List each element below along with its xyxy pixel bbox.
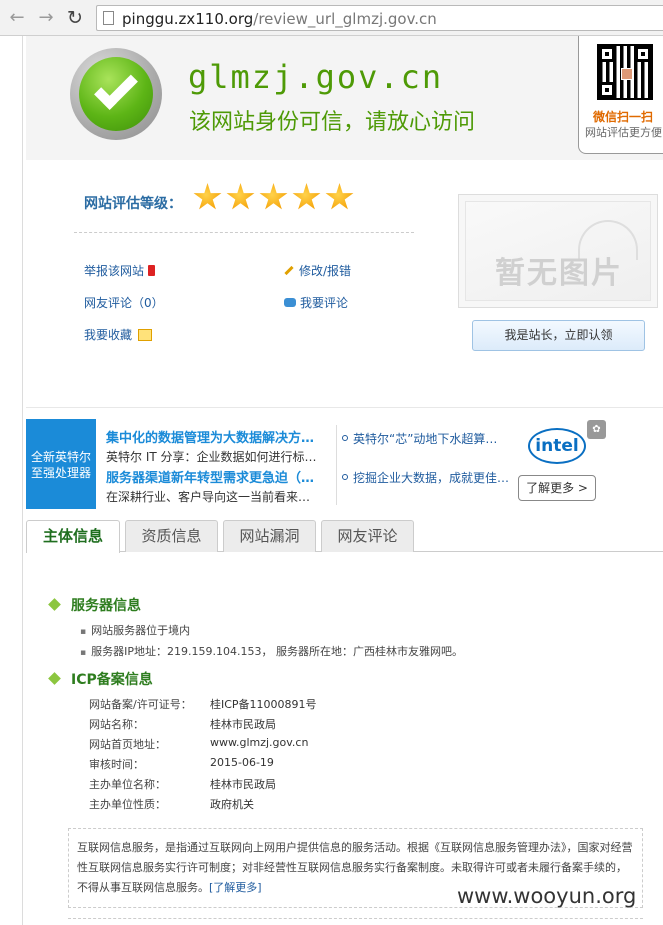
icp-value: 桂林市民政局 xyxy=(210,718,276,731)
reload-icon[interactable]: ↻ xyxy=(64,7,86,29)
icp-key: 主办单位性质： xyxy=(89,798,166,811)
divider xyxy=(336,425,337,505)
star-icon xyxy=(292,183,321,210)
ad-description: 在深耕行业、客户导向这一当前看来… xyxy=(106,490,311,504)
star-icon xyxy=(226,183,255,210)
learn-more-link[interactable]: [了解更多] xyxy=(209,881,262,894)
server-location: 网站服务器位于境内 xyxy=(80,622,190,638)
browser-toolbar: ← → ↻ pinggu.zx110.org/review_url_glmzj.… xyxy=(0,0,663,36)
icp-value: 2015-06-19 xyxy=(210,756,274,769)
report-site-link[interactable]: 举报该网站 xyxy=(84,262,156,279)
divider xyxy=(68,918,643,919)
comment-icon xyxy=(284,298,296,307)
ad-promo-line: 至强处理器 xyxy=(30,466,91,480)
ad-description: 英特尔 IT 分享：企业数据如何进行标… xyxy=(106,450,317,464)
qr-code-icon xyxy=(597,44,653,100)
claim-site-button[interactable]: 我是站长，立即认领 xyxy=(472,320,645,351)
star-icon xyxy=(193,183,222,210)
icp-key: 网站首页地址： xyxy=(89,738,166,751)
icp-key: 主办单位名称： xyxy=(89,778,166,791)
edit-report-link[interactable]: 修改/报错 xyxy=(284,262,351,279)
rating-label: 网站评估等级： xyxy=(84,196,182,212)
tab-vulnerabilities[interactable]: 网站漏洞 xyxy=(223,520,316,552)
address-bar[interactable]: pinggu.zx110.org/review_url_glmzj.gov.cn xyxy=(96,5,663,31)
verified-check-icon xyxy=(70,48,162,140)
icp-value: 政府机关 xyxy=(210,798,254,811)
ad-headline[interactable]: 集中化的数据管理为大数据解决方… xyxy=(106,427,314,446)
wechat-qr-panel[interactable]: 微信扫一扫 网站评估更方便 xyxy=(578,36,663,154)
ad-promo-block[interactable]: 全新英特尔 至强处理器 xyxy=(26,419,96,509)
info-tabs: 主体信息 资质信息 网站漏洞 网友评论 xyxy=(26,518,663,553)
ad-promo-line: 全新英特尔 xyxy=(30,450,91,464)
wechat-scan-label: 微信扫一扫 xyxy=(592,110,653,124)
tab-user-comments[interactable]: 网友评论 xyxy=(321,520,414,552)
ad-link[interactable]: 英特尔“芯”动地下水超算… xyxy=(342,430,497,447)
site-thumbnail-placeholder: 暂无图片 xyxy=(458,194,658,308)
no-image-text: 暂无图片 xyxy=(495,256,623,291)
favorite-link[interactable]: 我要收藏 xyxy=(84,326,153,343)
divider xyxy=(26,407,663,408)
favorite-icon xyxy=(138,329,153,341)
url-text: pinggu.zx110.org/review_url_glmzj.gov.cn xyxy=(122,10,437,28)
ad-link[interactable]: 挖掘企业大数据，成就更佳… xyxy=(342,469,509,486)
page-frame-border xyxy=(22,36,23,925)
pencil-icon xyxy=(284,265,294,276)
icp-value: 桂ICP备11000891号 xyxy=(210,698,317,711)
server-ip: 服务器IP地址：219.159.104.153， 服务器所在地：广西桂林市友雅网… xyxy=(80,643,463,659)
rating-stars xyxy=(193,183,358,215)
paw-icon[interactable]: ✿ xyxy=(587,420,606,439)
learn-more-button[interactable]: 了解更多 > xyxy=(518,475,596,501)
back-icon[interactable]: ← xyxy=(6,7,28,29)
report-icon xyxy=(148,265,156,276)
tab-qualification[interactable]: 资质信息 xyxy=(125,520,218,552)
ad-headline[interactable]: 服务器渠道新年转型需求更急迫（… xyxy=(106,467,314,486)
icp-key: 网站名称： xyxy=(89,718,144,731)
icp-key: 审核时间： xyxy=(89,758,144,771)
intel-logo-icon: intel xyxy=(528,428,586,464)
trust-message: 该网站身份可信，请放心访问 xyxy=(189,110,476,135)
tab-main-info[interactable]: 主体信息 xyxy=(26,520,120,553)
icp-value: www.glmzj.gov.cn xyxy=(210,736,309,749)
comments-link[interactable]: 网友评论（0） xyxy=(84,294,164,311)
star-icon xyxy=(325,183,354,210)
diamond-icon xyxy=(48,598,61,611)
icp-key: 网站备案/许可证号： xyxy=(89,698,192,711)
star-icon xyxy=(259,183,288,210)
divider xyxy=(74,232,414,233)
forward-icon[interactable]: → xyxy=(35,7,57,29)
icp-info-heading: ICP备案信息 xyxy=(48,669,153,689)
write-comment-link[interactable]: 我要评论 xyxy=(284,294,348,311)
wechat-scan-subtitle: 网站评估更方便 xyxy=(585,126,662,139)
server-info-heading: 服务器信息 xyxy=(48,595,141,615)
hero-banner: glmzj.gov.cn 该网站身份可信，请放心访问 微信扫一扫 网站评估更方便 xyxy=(26,36,663,160)
icp-value: 桂林市民政局 xyxy=(210,778,276,791)
diamond-icon xyxy=(48,672,61,685)
watermark: www.wooyun.org xyxy=(457,884,637,908)
page-icon xyxy=(103,11,114,25)
site-domain: glmzj.gov.cn xyxy=(188,58,444,96)
